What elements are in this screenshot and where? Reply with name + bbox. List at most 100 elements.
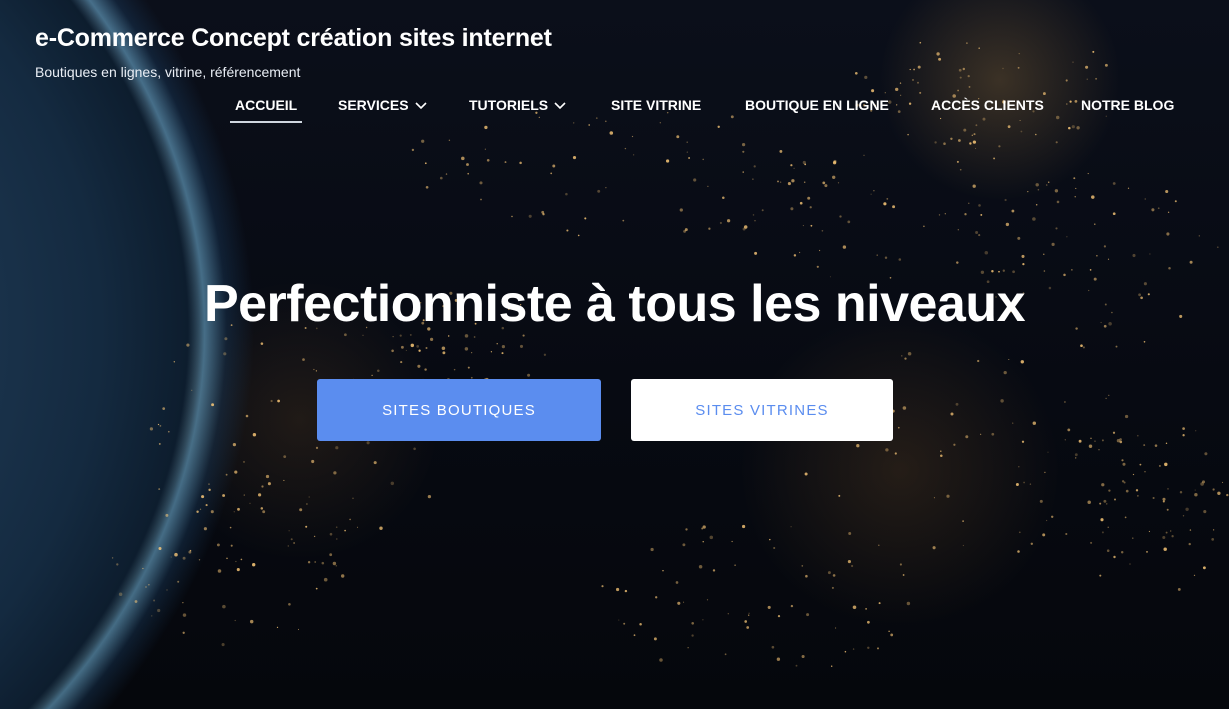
city-light-dot	[734, 564, 736, 567]
city-light-dot	[1020, 130, 1023, 133]
city-light-dot	[1076, 126, 1080, 130]
site-title[interactable]: e-Commerce Concept création sites intern…	[35, 24, 552, 53]
city-light-dot	[501, 352, 504, 355]
city-light-dot	[726, 219, 731, 223]
city-light-dot	[221, 643, 225, 647]
nav-item-services[interactable]: SERVICES	[338, 97, 427, 113]
nav-item-boutique-en-ligne[interactable]: BOUTIQUE EN LIGNE	[745, 97, 889, 113]
nav-item-notre-blog[interactable]: NOTRE BLOG	[1081, 97, 1174, 113]
city-light-dot	[894, 452, 897, 455]
city-light-dot	[957, 89, 959, 92]
city-light-dot	[287, 545, 290, 547]
city-light-dot	[912, 79, 914, 81]
hero-section: e-Commerce Concept création sites intern…	[0, 0, 1229, 709]
city-light-dot	[659, 658, 663, 662]
city-light-dot	[242, 460, 246, 463]
city-light-dot	[1089, 269, 1092, 271]
city-light-dot	[752, 214, 755, 216]
city-light-dot	[170, 556, 172, 558]
city-light-dot	[624, 589, 628, 593]
city-light-dot	[790, 526, 792, 528]
city-light-dot	[655, 596, 658, 599]
city-light-dot	[1082, 346, 1085, 349]
city-light-dot	[1104, 63, 1108, 67]
city-light-dot	[224, 337, 228, 341]
city-light-dot	[962, 520, 964, 522]
nav-item-site-vitrine[interactable]: SITE VITRINE	[611, 97, 701, 113]
city-light-dot	[1068, 126, 1071, 130]
city-light-dot	[335, 526, 338, 528]
city-light-dot	[1085, 65, 1089, 69]
city-light-dot	[362, 334, 364, 336]
city-light-dot	[1022, 262, 1025, 266]
city-light-dot	[1157, 207, 1160, 210]
nav-item-label: SITE VITRINE	[611, 97, 702, 113]
city-light-dot	[522, 334, 525, 337]
city-light-dot	[702, 158, 704, 161]
city-light-dot	[1185, 507, 1189, 511]
city-light-dot	[1055, 227, 1058, 230]
city-light-dot	[917, 81, 919, 84]
city-light-dot	[1132, 473, 1135, 476]
city-light-dot	[1020, 360, 1024, 364]
city-light-dot	[838, 494, 841, 497]
city-light-dot	[118, 592, 123, 597]
city-light-dot	[341, 574, 345, 578]
city-light-dot	[977, 359, 980, 363]
city-light-dot	[807, 196, 811, 200]
city-light-dot	[1042, 533, 1046, 537]
city-light-dot	[1067, 428, 1071, 432]
city-light-dot	[793, 167, 795, 169]
city-light-dot	[400, 361, 403, 364]
city-light-dot	[1167, 211, 1170, 213]
city-light-dot	[1144, 198, 1146, 200]
nav-item-tutoriels[interactable]: TUTORIELS	[469, 97, 566, 113]
city-light-dot	[486, 158, 490, 162]
city-light-dot	[878, 544, 880, 547]
city-light-dot	[1088, 444, 1093, 448]
sites-vitrines-button[interactable]: SITES VITRINES	[631, 379, 893, 441]
city-light-dot	[111, 557, 114, 559]
city-light-dot	[424, 368, 427, 371]
city-light-dot	[356, 526, 359, 528]
nav-item-accueil[interactable]: ACCUEIL	[229, 97, 303, 123]
city-light-dot	[675, 581, 679, 584]
city-light-dot	[1075, 187, 1077, 189]
city-light-dot	[950, 137, 953, 140]
city-light-dot	[315, 370, 318, 372]
city-light-dot	[1170, 530, 1172, 532]
city-light-dot	[790, 207, 794, 211]
city-light-dot	[148, 584, 150, 586]
city-light-dot	[588, 124, 591, 126]
city-light-dot	[501, 345, 505, 349]
city-light-dot	[182, 602, 184, 604]
city-light-dot	[234, 619, 236, 622]
city-light-dot	[1165, 531, 1168, 534]
city-light-dot	[1039, 499, 1043, 503]
city-light-dot	[1211, 538, 1215, 541]
city-light-dot	[876, 647, 880, 650]
city-light-dot	[1017, 550, 1020, 553]
city-light-dot	[1015, 482, 1019, 487]
city-light-dot	[810, 224, 813, 227]
city-light-dot	[448, 139, 451, 142]
city-light-dot	[174, 552, 178, 557]
city-light-dot	[1171, 535, 1174, 538]
hero-headline: Perfectionniste à tous les niveaux	[203, 275, 1026, 333]
sites-boutiques-button[interactable]: SITES BOUTIQUES	[317, 379, 601, 441]
city-light-dot	[1018, 466, 1020, 468]
city-light-dot	[957, 229, 959, 231]
city-light-dot	[943, 142, 946, 145]
city-light-dot	[424, 162, 427, 165]
nav-item-acces-clients[interactable]: ACCÈS CLIENTS	[931, 97, 1044, 113]
city-light-dot	[809, 206, 812, 209]
city-light-dot	[907, 133, 909, 136]
city-light-dot	[878, 602, 881, 605]
city-light-dot	[229, 526, 232, 529]
city-light-dot	[805, 574, 808, 578]
city-light-dot	[467, 172, 469, 175]
city-light-dot	[1063, 401, 1066, 403]
city-light-dot	[1222, 481, 1224, 483]
city-light-dot	[1051, 515, 1054, 518]
city-light-dot	[847, 220, 851, 224]
